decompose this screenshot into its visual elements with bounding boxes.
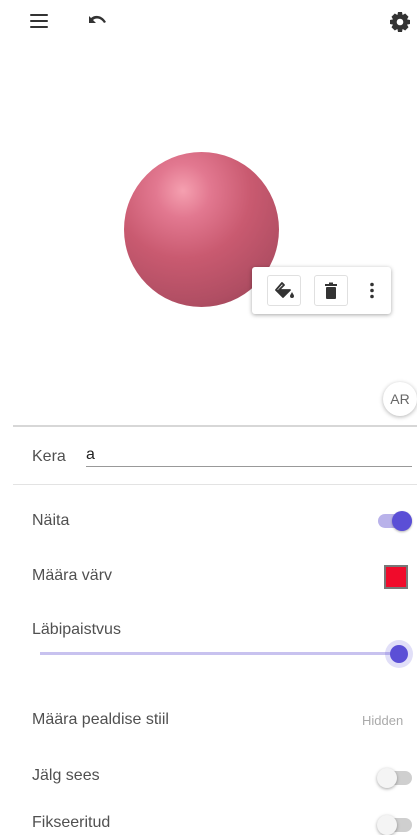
delete-button[interactable] xyxy=(314,275,348,306)
more-vert-icon[interactable] xyxy=(364,275,380,306)
set-color-label: Määra värv xyxy=(32,567,113,584)
trace-label: Jälg sees xyxy=(32,767,100,784)
toggle-knob xyxy=(377,815,397,835)
menu-icon[interactable] xyxy=(30,14,48,28)
caption-style-value[interactable]: Hidden xyxy=(362,713,403,728)
object-style-bar xyxy=(252,267,391,314)
caption-style-label[interactable]: Määra pealdise stiil xyxy=(32,711,169,729)
toggle-knob xyxy=(377,768,397,788)
color-swatch[interactable] xyxy=(384,565,408,589)
opacity-label: Läbipaistvus xyxy=(32,621,121,638)
divider xyxy=(13,484,417,485)
show-object-label: Näita xyxy=(32,512,70,529)
paint-bucket-button[interactable] xyxy=(267,275,301,306)
object-name-input[interactable]: a xyxy=(86,446,95,464)
toggle-knob xyxy=(392,511,412,531)
trash-icon xyxy=(325,282,337,299)
fixed-label: Fikseeritud xyxy=(32,814,111,831)
settings-icon[interactable] xyxy=(389,11,411,33)
object-name-label: Kera xyxy=(32,448,66,465)
undo-icon[interactable] xyxy=(86,12,108,30)
object-name-underline xyxy=(86,466,412,467)
show-object-toggle[interactable] xyxy=(378,511,412,531)
panel-divider[interactable] xyxy=(13,425,417,427)
ar-button[interactable]: AR xyxy=(383,382,417,416)
opacity-slider-thumb[interactable] xyxy=(390,645,408,663)
trace-toggle[interactable] xyxy=(377,768,412,788)
opacity-slider-track[interactable] xyxy=(40,652,402,655)
paint-bucket-icon xyxy=(275,282,294,298)
